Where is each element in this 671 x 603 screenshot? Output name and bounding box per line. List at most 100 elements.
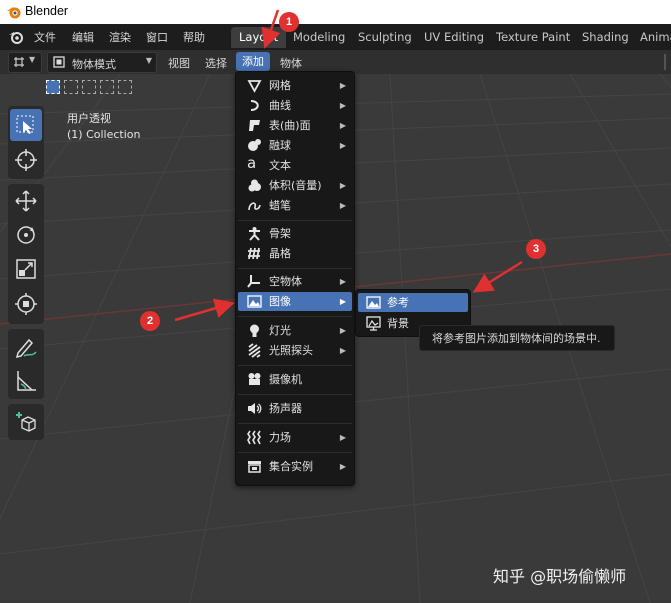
transform-icon (15, 293, 37, 315)
text-icon: a (247, 154, 257, 172)
light-probe-icon (248, 343, 261, 358)
light-icon (250, 324, 259, 337)
submenu-arrow-icon: ▶ (339, 121, 346, 130)
blender-menu-icon[interactable] (8, 29, 24, 45)
menu-item-force-field[interactable]: 力场 ▶ (238, 428, 352, 447)
scroll-handle[interactable] (664, 54, 666, 70)
cursor-crosshair-icon (15, 149, 37, 171)
menu-item-grease-pencil[interactable]: 蜡笔 ▶ (238, 196, 352, 215)
mode-label: 物体模式 (72, 58, 116, 71)
move-icon (15, 190, 37, 212)
grease-pencil-icon (248, 202, 261, 211)
tooltip: 将参考图片添加到物体间的场景中. (419, 325, 615, 351)
select-box-tool[interactable] (10, 109, 42, 141)
tool-group-select (8, 106, 44, 179)
submenu-arrow-icon: ▶ (339, 81, 346, 90)
tab-texture-paint[interactable]: Texture Paint (488, 27, 578, 48)
mesh-icon (247, 80, 262, 93)
menu-render[interactable]: 渲染 (109, 29, 131, 45)
menu-separator (238, 220, 352, 221)
submenu-arrow-icon: ▶ (339, 181, 346, 190)
tool-group-annotate (8, 329, 44, 399)
camera-icon (248, 373, 261, 385)
menu-separator (238, 423, 352, 424)
menu-item-lattice[interactable]: 晶格 (238, 244, 352, 263)
submenu-arrow-icon: ▶ (339, 462, 346, 471)
menu-item-armature[interactable]: 骨架 (238, 224, 352, 243)
tool-group-add (8, 404, 44, 440)
tab-sculpting[interactable]: Sculpting (350, 27, 420, 48)
submenu-arrow-icon: ▶ (339, 141, 346, 150)
menu-item-light[interactable]: 灯光 ▶ (238, 321, 352, 340)
rotate-tool[interactable] (10, 219, 42, 251)
mode-selector[interactable]: 物体模式 ▼ (47, 52, 157, 73)
menu-separator (238, 365, 352, 366)
menu-item-reference[interactable]: 参考 (358, 293, 468, 312)
transform-tool[interactable] (10, 288, 42, 320)
chevron-down-icon: ▼ (145, 56, 152, 65)
annotate-tool[interactable] (10, 331, 42, 363)
menu-separator (238, 452, 352, 453)
tool-group-transform (8, 184, 44, 324)
armature-icon (249, 227, 260, 241)
axes-icon (14, 57, 24, 67)
submenu-arrow-icon: ▶ (339, 433, 346, 442)
speaker-icon (248, 403, 262, 414)
cursor-tool[interactable] (10, 144, 42, 176)
measure-tool[interactable] (10, 365, 42, 397)
window-titlebar: Blender (0, 0, 671, 24)
menu-item-metaball[interactable]: 融球 ▶ (238, 136, 352, 155)
menu-object[interactable]: 物体 (280, 55, 302, 71)
tab-layout[interactable]: Layout (231, 27, 287, 48)
menu-file[interactable]: 文件 (34, 29, 56, 45)
menu-item-empty[interactable]: 空物体 ▶ (238, 272, 352, 291)
submenu-arrow-icon: ▶ (339, 277, 346, 286)
menu-view[interactable]: 视图 (168, 55, 190, 71)
menu-item-curve[interactable]: 曲线 ▶ (238, 96, 352, 115)
menu-item-mesh[interactable]: 网格 ▶ (238, 76, 352, 95)
select-extend-icon[interactable] (64, 80, 78, 94)
menu-separator (238, 316, 352, 317)
curve-icon (250, 100, 259, 111)
select-intersect-icon[interactable] (118, 80, 132, 94)
menu-item-speaker[interactable]: 扬声器 (238, 399, 352, 418)
move-tool[interactable] (10, 185, 42, 217)
menu-item-image[interactable]: 图像 ▶ (238, 292, 352, 311)
volume-icon (248, 179, 261, 192)
select-invert-icon[interactable] (100, 80, 114, 94)
tab-shading[interactable]: Shading (574, 27, 637, 48)
menu-item-camera[interactable]: 摄像机 (238, 370, 352, 389)
tab-modeling[interactable]: Modeling (285, 27, 353, 48)
surface-icon (249, 120, 260, 131)
tab-uv-editing[interactable]: UV Editing (416, 27, 492, 48)
scale-tool[interactable] (10, 253, 42, 285)
menu-select[interactable]: 选择 (205, 55, 227, 71)
measure-icon (17, 371, 36, 391)
menu-edit[interactable]: 编辑 (72, 29, 94, 45)
background-image-icon (366, 316, 381, 331)
add-cube-tool[interactable] (10, 406, 42, 438)
empty-icon (247, 275, 260, 288)
annotate-pencil-icon (15, 338, 37, 359)
collection-instance-icon (248, 461, 261, 473)
menu-window[interactable]: 窗口 (146, 29, 168, 45)
select-new-icon[interactable] (46, 80, 60, 94)
menu-separator (238, 394, 352, 395)
submenu-arrow-icon: ▶ (339, 101, 346, 110)
menu-item-text[interactable]: a 文本 (238, 156, 352, 175)
add-cube-icon (16, 412, 36, 432)
menu-item-light-probe[interactable]: 光照探头 ▶ (238, 341, 352, 360)
editor-type-selector[interactable]: ▼ (8, 52, 42, 73)
viewport-title: 用户透视 (67, 112, 111, 125)
select-subtract-icon[interactable] (82, 80, 96, 94)
menu-add[interactable]: 添加 (236, 52, 270, 71)
menu-help[interactable]: 帮助 (183, 29, 205, 45)
tab-animation[interactable]: Anima (632, 27, 671, 48)
menu-item-surface[interactable]: 表(曲)面 ▶ (238, 116, 352, 135)
top-menubar: 文件 编辑 渲染 窗口 帮助 Layout Modeling Sculpting… (0, 24, 671, 50)
chevron-down-icon: ▼ (29, 55, 36, 64)
menu-item-collection-instance[interactable]: 集合实例 ▶ (238, 457, 352, 476)
add-menu: 网格 ▶ 曲线 ▶ 表(曲)面 ▶ 融球 ▶ a 文本 体积(音量) ▶ 蜡笔 ▶ 骨架 晶… (235, 71, 355, 486)
menu-item-volume[interactable]: 体积(音量) ▶ (238, 176, 352, 195)
metaball-icon (248, 139, 261, 151)
